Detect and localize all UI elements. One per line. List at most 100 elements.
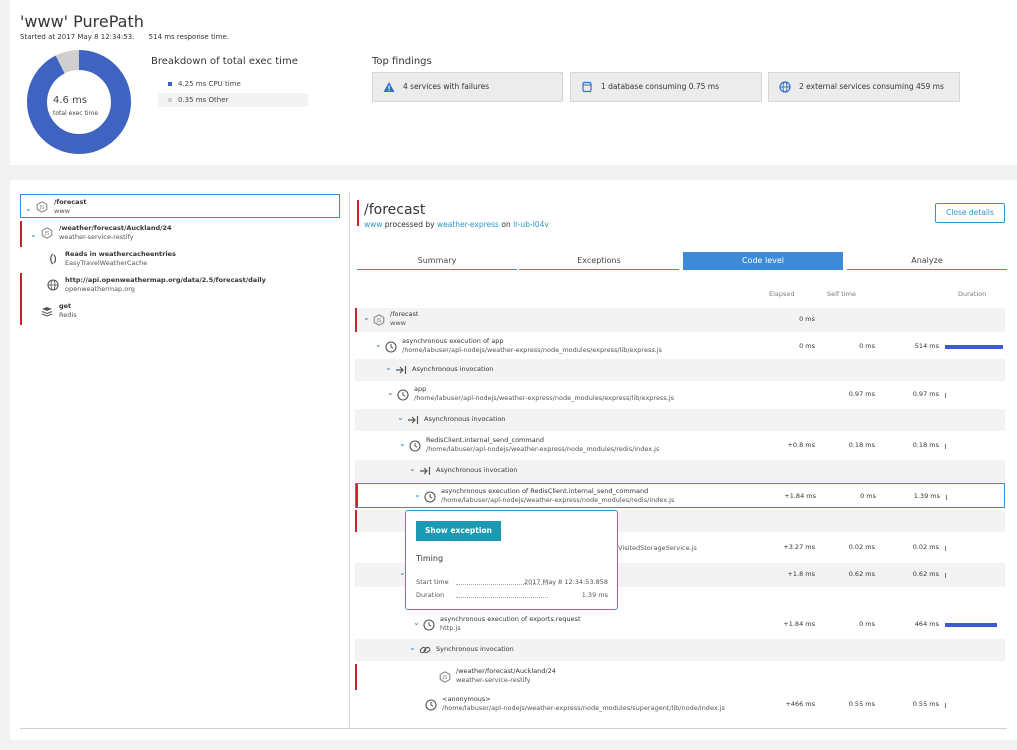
breakdown-cpu-row: 4.25 ms CPU time (158, 77, 308, 91)
chevron-down-icon[interactable]: ⌄ (30, 230, 37, 239)
chevron-down-icon[interactable]: ⌄ (375, 340, 382, 349)
clock-icon (397, 389, 409, 401)
code-row[interactable]: ⌄ Asynchronous invocation (355, 359, 1005, 381)
clock-icon (424, 490, 436, 503)
page-subtitle: Started at 2017 May 8 12:34:53. 514 ms r… (20, 33, 241, 41)
code-row[interactable]: JS/weather/forecast/Auckland/24 weather-s… (355, 664, 1005, 690)
svg-text:JS: JS (39, 205, 45, 211)
row-elapsed: +466 ms (785, 700, 815, 708)
row-elapsed: +1.84 ms (784, 491, 816, 500)
code-row[interactable]: ⌄ asynchronous execution of RedisClient.i… (355, 483, 1005, 508)
row-name: asynchronous execution of app (402, 337, 504, 345)
column-elapsed[interactable]: Elapsed (769, 290, 795, 298)
row-name: asynchronous execution of exports.reques… (440, 615, 581, 623)
failure-marker (357, 200, 359, 226)
host-link[interactable]: lr-ub-l04v (513, 220, 549, 229)
finding-external-services[interactable]: 2 external services consuming 459 ms (768, 72, 960, 102)
row-self-time: 0.62 ms (848, 570, 875, 578)
failure-marker (355, 510, 357, 532)
duration-line: Duration 1.39 ms (416, 591, 608, 599)
tree-item-sub: openweathermap.org (65, 285, 135, 293)
row-self-time: 0.18 ms (848, 441, 875, 449)
row-duration: 0.55 ms (912, 700, 939, 708)
chevron-down-icon[interactable]: ⌄ (387, 388, 394, 397)
code-row[interactable]: ⌄ JS/forecast www 0 ms (355, 308, 1005, 332)
row-elapsed: +1.8 ms (787, 570, 815, 578)
row-name: <anonymous> (442, 695, 491, 703)
duration-label: Duration (416, 591, 445, 599)
async-invocation-icon (395, 364, 407, 376)
timing-popover: Show exception Timing Start time 2017 Ma… (405, 510, 618, 610)
tree-item-forecast[interactable]: ⌄ JS /forecast www (20, 194, 340, 218)
code-row[interactable]: ⌄ app/home/labuser/apl-nodejs/weather-exp… (355, 383, 1005, 407)
details-title: /forecast (364, 202, 426, 218)
chevron-down-icon[interactable]: ⌄ (409, 464, 416, 473)
tab-analyze[interactable]: Analyze (847, 252, 1007, 270)
row-self-time: 0.55 ms (848, 700, 875, 708)
chevron-down-icon[interactable]: ⌄ (363, 313, 370, 322)
row-name: /weather/forecast/Auckland/24 (456, 667, 556, 675)
row-name: Asynchronous invocation (436, 466, 518, 474)
code-row[interactable]: ⌄ Synchronous invocation (355, 639, 1005, 661)
service-icon: JS (439, 671, 451, 683)
chevron-down-icon[interactable]: ⌄ (409, 643, 416, 652)
finding-database-label: 1 database consuming 0.75 ms (601, 82, 720, 91)
column-duration[interactable]: Duration (958, 290, 986, 298)
tab-exceptions[interactable]: Exceptions (519, 252, 679, 270)
code-row[interactable]: ⌄ asynchronous execution of exports.reque… (355, 612, 1005, 638)
database-icon (582, 81, 592, 93)
close-details-button[interactable]: Close details (935, 203, 1005, 223)
code-row[interactable]: ⌄ Asynchronous invocation (355, 409, 1005, 431)
summary-card: 'www' PurePath Started at 2017 May 8 12:… (10, 0, 1017, 165)
row-self-time: 0 ms (859, 620, 875, 628)
svg-text:JS: JS (44, 231, 50, 237)
row-path: /home/labuser/apl-nodejs/weather-express… (441, 495, 675, 504)
tree-item-cache-reads[interactable]: Reads in weathercacheentries EasyTravelW… (20, 247, 340, 273)
tab-code-level[interactable]: Code level (683, 252, 843, 270)
row-self-time: 0 ms (860, 491, 876, 500)
code-row[interactable]: ⌄ RedisClient.internal_send_command/home/… (355, 433, 1005, 459)
chevron-down-icon[interactable]: ⌄ (385, 363, 392, 372)
chevron-down-icon[interactable]: ⌄ (414, 490, 421, 499)
process-group-link[interactable]: weather-express (437, 220, 499, 229)
code-row[interactable]: <anonymous>/home/labuser/apl-nodejs/weat… (355, 692, 1005, 718)
chevron-down-icon[interactable]: ⌄ (397, 413, 404, 422)
tree-item-sub: weather-service-restify (59, 233, 134, 241)
row-name: asynchronous execution of RedisClient.in… (441, 486, 649, 495)
duration-value: 1.39 ms (581, 591, 608, 599)
column-self-time[interactable]: Self time (827, 290, 856, 298)
row-path: weather-service-restify (456, 676, 531, 684)
duration-bar (945, 703, 946, 708)
start-time-value: 2017 May 8 12:34:53.858 (524, 578, 608, 586)
service-icon: JS (36, 201, 48, 213)
chevron-down-icon[interactable]: ⌄ (399, 439, 406, 448)
row-duration: 464 ms (914, 620, 939, 628)
duration-bar (945, 444, 946, 449)
row-elapsed: +1.84 ms (783, 620, 815, 628)
tree-item-openweathermap[interactable]: http://api.openweathermap.org/data/2.5/f… (20, 273, 340, 299)
svg-text:JS: JS (376, 318, 382, 324)
details-subtitle: www processed by weather-express on lr-u… (364, 220, 549, 229)
tree-item-weather-forecast[interactable]: ⌄ JS /weather/forecast/Auckland/24 weath… (20, 221, 340, 247)
service-link[interactable]: www (364, 220, 382, 229)
finding-services-failures[interactable]: 4 services with failures (372, 72, 563, 102)
code-row[interactable]: ⌄ asynchronous execution of app/home/labu… (355, 335, 1005, 359)
row-name: app (414, 385, 427, 393)
row-path: /home/labuser/apl-nodejs/weather-express… (414, 394, 674, 402)
row-path: www (390, 319, 406, 327)
chevron-down-icon[interactable]: ⌄ (25, 204, 32, 213)
service-tree: ⌄ JS /forecast www ⌄ JS /weather/forecas… (20, 192, 350, 728)
cache-icon (50, 253, 57, 265)
show-exception-button[interactable]: Show exception (416, 521, 501, 541)
failure-marker (20, 299, 22, 325)
processed-by-text: processed by (384, 220, 435, 229)
tab-summary[interactable]: Summary (357, 252, 517, 270)
duration-bar (945, 545, 946, 551)
row-self-time: 0.02 ms (848, 542, 875, 551)
tree-item-redis-get[interactable]: get Redis (20, 299, 340, 325)
finding-database[interactable]: 1 database consuming 0.75 ms (570, 72, 762, 102)
code-row[interactable]: ⌄ Asynchronous invocation (355, 460, 1005, 482)
chevron-down-icon[interactable]: ⌄ (413, 618, 420, 627)
cpu-legend-swatch (168, 82, 172, 86)
duration-bar (945, 573, 946, 578)
